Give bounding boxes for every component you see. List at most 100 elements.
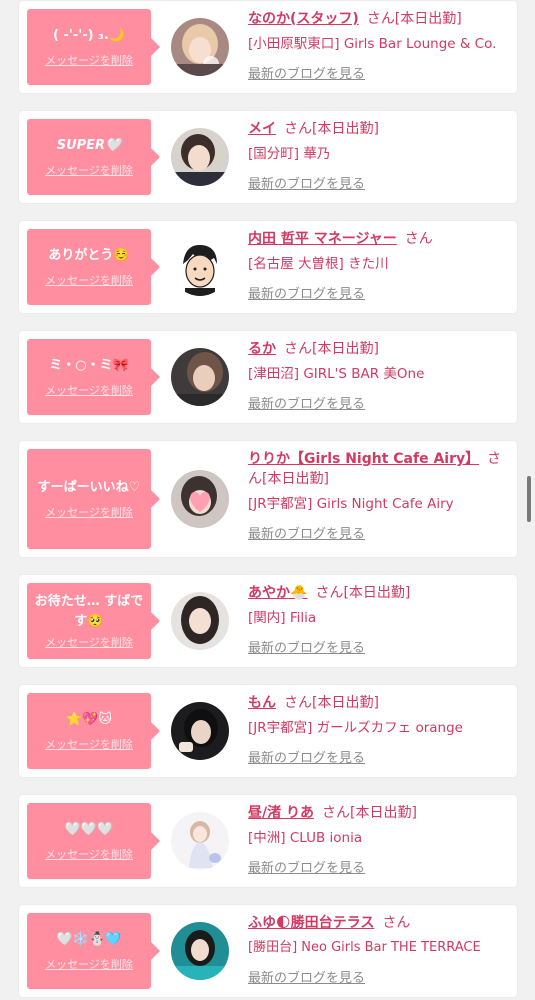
delete-message-link[interactable]: メッセージを削除 (45, 162, 133, 178)
avatar-cartoon-man-icon (171, 238, 229, 296)
list-item: すーぱーいいね♡ メッセージを削除 りりか【Girls Night Cafe A… (19, 441, 517, 557)
blog-link[interactable]: 最新のブログを見る (248, 747, 510, 766)
message-list: ( -'-'-) ₃.🌙 メッセージを削除 なのか(スタッフ) さん[本日出勤] … (0, 0, 535, 997)
blog-link[interactable]: 最新のブログを見る (248, 173, 510, 192)
user-name-link[interactable]: あやか🐣 (248, 585, 307, 601)
message-bubble: すーぱーいいね♡ メッセージを削除 (27, 449, 160, 549)
shop-label: [小田原駅東口] Girls Bar Lounge & Co. (248, 36, 497, 52)
delete-message-link[interactable]: メッセージを削除 (45, 504, 133, 520)
avatar-girl-heart-sticker-icon (171, 470, 229, 528)
avatar[interactable] (171, 470, 229, 528)
status-badge: [本日出勤] (312, 121, 379, 137)
honorific-label: さん (284, 695, 312, 711)
user-name-link[interactable]: 内田 哲平 マネージャー (248, 231, 397, 247)
entry-info: りりか【Girls Night Cafe Airy】 さん[本日出勤] [JR宇都… (248, 449, 510, 542)
blog-link[interactable]: 最新のブログを見る (248, 283, 510, 302)
shop-label: [JR宇都宮] Girls Night Cafe Airy (248, 496, 454, 512)
honorific-label: さん (284, 341, 312, 357)
avatar[interactable] (171, 128, 229, 186)
shop-label: [関内] Filia (248, 610, 317, 626)
message-text: 🤍❄️☃️🩵 (56, 932, 122, 947)
message-bubble: SUPER🤍 メッセージを削除 (27, 119, 160, 195)
honorific-label: さん (322, 805, 350, 821)
status-badge: [本日出勤] (262, 471, 329, 487)
list-item: ありがとう☺️ メッセージを削除 内田 哲平 マネージャー さん [名古屋 大曽根… (19, 221, 517, 313)
blog-link[interactable]: 最新のブログを見る (248, 637, 510, 656)
list-item: ⭐️💖🐱 メッセージを削除 もん さん[本日出勤] [JR宇都宮] ガールズカフェ… (19, 685, 517, 777)
blog-link[interactable]: 最新のブログを見る (248, 967, 510, 986)
user-name-link[interactable]: もん (248, 695, 276, 711)
status-badge: [本日出勤] (343, 585, 411, 601)
honorific-label: さん (404, 231, 433, 247)
user-name-link[interactable]: ふゆ🌓勝田台テラス (248, 915, 374, 931)
delete-message-link[interactable]: メッセージを削除 (45, 382, 133, 398)
honorific-label: さん (284, 121, 312, 137)
delete-message-link[interactable]: メッセージを削除 (45, 272, 133, 288)
entry-info: あやか🐣 さん[本日出勤] [関内] Filia 最新のブログを見る (248, 583, 510, 656)
user-name-link[interactable]: 昼/渚 りあ (248, 805, 314, 821)
message-text: ありがとう☺️ (48, 248, 130, 263)
avatar-girl-brown-hair-icon (171, 348, 229, 406)
message-text: すーぱーいいね♡ (37, 480, 141, 495)
message-bubble: お待たせ… すばです🥺 メッセージを削除 (27, 583, 160, 659)
entry-info: 昼/渚 りあ さん[本日出勤] [中洲] CLUB ionia 最新のブログを見る (248, 803, 510, 876)
avatar[interactable] (171, 348, 229, 406)
user-name-link[interactable]: メイ (248, 121, 276, 137)
shop-label: [勝田台] Neo Girls Bar THE TERRACE (248, 940, 481, 955)
blog-link[interactable]: 最新のブログを見る (248, 393, 510, 412)
honorific-label: さん (382, 915, 411, 931)
status-badge: [本日出勤] (312, 695, 379, 711)
status-badge: [本日出勤] (394, 11, 462, 27)
entry-info: もん さん[本日出勤] [JR宇都宮] ガールズカフェ orange 最新のブログ… (248, 693, 510, 766)
delete-message-link[interactable]: メッセージを削除 (45, 846, 133, 862)
blog-link[interactable]: 最新のブログを見る (248, 523, 510, 542)
message-text: ( -'-'-) ₃.🌙 (53, 28, 125, 43)
message-bubble: ミ・○・ミ🎀 メッセージを削除 (27, 339, 160, 415)
avatar[interactable] (171, 592, 229, 650)
message-text: ミ・○・ミ🎀 (49, 358, 129, 373)
shop-label: [JR宇都宮] ガールズカフェ orange (248, 720, 463, 736)
avatar-girl-long-hair-icon (171, 592, 229, 650)
scrollbar[interactable] (527, 476, 531, 522)
message-bubble: ありがとう☺️ メッセージを削除 (27, 229, 160, 305)
list-item: ミ・○・ミ🎀 メッセージを削除 るか さん[本日出勤] [津田沼] GIRL'S … (19, 331, 517, 423)
avatar[interactable] (171, 18, 229, 76)
delete-message-link[interactable]: メッセージを削除 (45, 956, 133, 972)
message-text: 🤍🤍🤍 (64, 822, 114, 837)
shop-label: [国分町] 華乃 (248, 146, 331, 162)
blog-link[interactable]: 最新のブログを見る (248, 63, 510, 82)
message-bubble: 🤍🤍🤍 メッセージを削除 (27, 803, 160, 879)
avatar-girl-black-hair-icon (171, 702, 229, 760)
entry-info: るか さん[本日出勤] [津田沼] GIRL'S BAR 美One 最新のブログを… (248, 339, 510, 412)
message-bubble: ⭐️💖🐱 メッセージを削除 (27, 693, 160, 769)
delete-message-link[interactable]: メッセージを削除 (45, 736, 133, 752)
user-name-link[interactable]: るか (248, 341, 276, 357)
message-bubble: 🤍❄️☃️🩵 メッセージを削除 (27, 913, 160, 989)
message-bubble: ( -'-'-) ₃.🌙 メッセージを削除 (27, 9, 160, 85)
list-item: 🤍🤍🤍 メッセージを削除 昼/渚 りあ さん[本日出勤] [中洲] CLUB io… (19, 795, 517, 887)
list-item: SUPER🤍 メッセージを削除 メイ さん[本日出勤] [国分町] 華乃 最新のブ… (19, 111, 517, 203)
message-text: お待たせ… すばです🥺 (34, 594, 144, 629)
user-name-link[interactable]: なのか(スタッフ) (248, 11, 359, 27)
status-badge: [本日出勤] (312, 341, 379, 357)
avatar-girl-white-dress-icon (171, 812, 229, 870)
status-badge: [本日出勤] (350, 805, 417, 821)
avatar-girl-dark-hair-icon (171, 128, 229, 186)
list-item: ( -'-'-) ₃.🌙 メッセージを削除 なのか(スタッフ) さん[本日出勤] … (19, 1, 517, 93)
avatar-girl-teal-background-icon (171, 922, 229, 980)
delete-message-link[interactable]: メッセージを削除 (45, 634, 133, 650)
honorific-label: さん (315, 585, 344, 601)
avatar[interactable] (171, 922, 229, 980)
entry-info: なのか(スタッフ) さん[本日出勤] [小田原駅東口] Girls Bar Lou… (248, 9, 510, 82)
message-text: ⭐️💖🐱 (66, 712, 112, 727)
blog-link[interactable]: 最新のブログを見る (248, 857, 510, 876)
shop-label: [名古屋 大曽根] きた川 (248, 256, 389, 272)
entry-info: メイ さん[本日出勤] [国分町] 華乃 最新のブログを見る (248, 119, 510, 192)
avatar[interactable] (171, 238, 229, 296)
delete-message-link[interactable]: メッセージを削除 (45, 52, 133, 68)
entry-info: 内田 哲平 マネージャー さん [名古屋 大曽根] きた川 最新のブログを見る (248, 229, 510, 302)
user-name-link[interactable]: りりか【Girls Night Cafe Airy】 (248, 451, 479, 467)
honorific-label: さん (366, 11, 395, 27)
avatar[interactable] (171, 702, 229, 760)
avatar[interactable] (171, 812, 229, 870)
